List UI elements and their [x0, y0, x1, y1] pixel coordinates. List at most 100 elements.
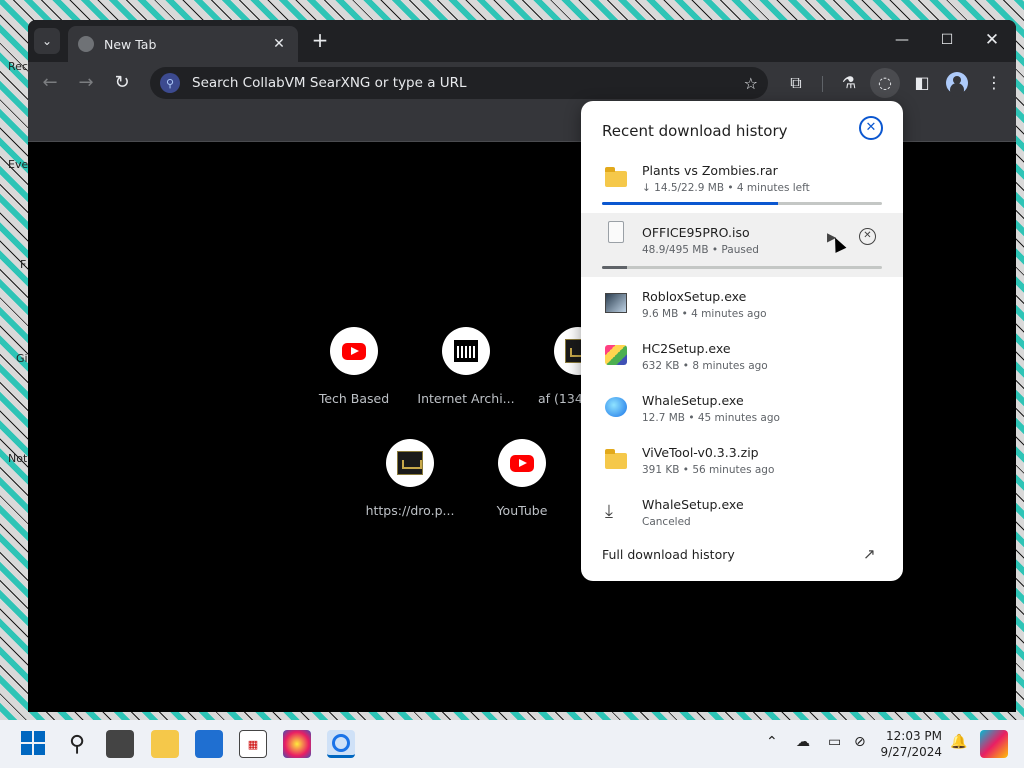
chevron-up-icon[interactable]: ⌃ — [766, 734, 778, 750]
shortcut-youtube[interactable]: YouTube — [467, 439, 577, 518]
download-status: 391 KB • 56 minutes ago — [642, 464, 775, 476]
download-item[interactable]: OFFICE95PRO.iso 48.9/495 MB • Paused ▶ ✕ — [581, 213, 903, 277]
minimize-button[interactable]: — — [890, 28, 914, 52]
download-filename: RobloxSetup.exe — [642, 289, 747, 304]
back-button[interactable]: ← — [38, 71, 62, 95]
menu-kebab-icon[interactable]: ⋮ — [982, 71, 1006, 95]
cloud-offline-icon[interactable]: ☁ — [796, 734, 810, 750]
reload-button[interactable]: ↻ — [110, 71, 134, 95]
download-filename: OFFICE95PRO.iso — [642, 225, 750, 240]
whale-icon — [605, 397, 627, 417]
youtube-icon — [510, 454, 534, 472]
task-view-icon[interactable] — [106, 730, 134, 758]
youtube-icon — [342, 342, 366, 360]
maximize-button[interactable]: ☐ — [935, 28, 959, 52]
paint-icon[interactable] — [283, 730, 311, 758]
download-item[interactable]: ViVeTool-v0.3.3.zip 391 KB • 56 minutes … — [581, 439, 903, 489]
shortcut-label: https://dro.p... — [365, 503, 455, 518]
folder-zip-icon — [605, 449, 627, 469]
installer-icon — [605, 345, 627, 365]
labs-flask-icon[interactable]: ⚗ — [837, 71, 861, 95]
download-item[interactable]: HC2Setup.exe 632 KB • 8 minutes ago — [581, 335, 903, 385]
search-icon: ⚲ — [160, 73, 180, 93]
internet-archive-icon — [454, 340, 478, 362]
system-clock[interactable]: 12:03 PM 9/27/2024 — [880, 728, 942, 760]
folder-archive-icon — [605, 167, 627, 187]
toolbar: ← → ↻ ⚲ ☆ ⧉ ⚗ ◌ ◧ ⋮ — [28, 62, 1016, 104]
omnibox[interactable]: ⚲ ☆ — [150, 67, 768, 99]
chevron-down-icon: ⌄ — [41, 34, 53, 48]
download-status: Canceled — [642, 516, 691, 528]
toolbar-divider — [822, 76, 823, 92]
network-icon[interactable]: ⊘ — [854, 734, 866, 750]
close-icon[interactable]: ✕ — [270, 36, 288, 52]
desktop-icon-label: Gi — [16, 352, 28, 365]
download-progress-icon: ◌ — [878, 73, 892, 92]
mouse-cursor-icon — [829, 235, 847, 253]
forward-button[interactable]: → — [74, 71, 98, 95]
download-status: 632 KB • 8 minutes ago — [642, 360, 768, 372]
download-filename: WhaleSetup.exe — [642, 393, 744, 408]
shortcut-tech-based[interactable]: Tech Based — [299, 327, 409, 406]
tab-strip: ⌄ New Tab ✕ + — ☐ ✕ — [28, 20, 1016, 62]
document-icon — [608, 221, 624, 243]
avatar[interactable] — [946, 72, 968, 94]
download-filename: Plants vs Zombies.rar — [642, 163, 778, 178]
copilot-icon[interactable] — [980, 730, 1008, 758]
tab-new-tab[interactable]: New Tab ✕ — [68, 26, 298, 62]
omnibox-input[interactable] — [192, 75, 738, 91]
shortcut-label: Internet Archi... — [417, 391, 515, 406]
open-external-icon[interactable]: ↗ — [863, 545, 876, 563]
shortcut-label: af (1349 — [538, 391, 583, 406]
desktop-icon-label: Not — [8, 452, 28, 465]
calendar-app-icon[interactable]: ▦ — [239, 730, 267, 758]
tab-title: New Tab — [104, 36, 157, 52]
download-status: 12.7 MB • 45 minutes ago — [642, 412, 780, 424]
bookmark-star-icon[interactable]: ☆ — [744, 74, 758, 93]
full-download-history-link[interactable]: Full download history — [602, 547, 735, 562]
file-explorer-icon[interactable] — [151, 730, 179, 758]
close-icon[interactable]: ✕ — [859, 116, 883, 140]
clock-time: 12:03 PM — [886, 729, 942, 743]
notification-bell-icon[interactable]: 🔔 — [950, 734, 967, 750]
side-panel-icon[interactable]: ◧ — [910, 71, 934, 95]
download-progress-fill — [602, 202, 779, 205]
download-status: ↓ 14.5/22.9 MB • 4 minutes left — [642, 182, 810, 194]
shortcut-af[interactable]: af (1349 — [523, 327, 583, 406]
tab-search-button[interactable]: ⌄ — [34, 28, 60, 54]
close-window-button[interactable]: ✕ — [980, 28, 1004, 52]
desktop-icon-label: F — [20, 258, 27, 271]
new-tab-button[interactable]: + — [308, 28, 332, 52]
extensions-icon[interactable]: ⧉ — [784, 71, 808, 95]
shortcut-internet-archive[interactable]: Internet Archi... — [411, 327, 521, 406]
search-icon[interactable]: ⚲ — [63, 730, 91, 758]
download-canceled-icon: ⤓ — [605, 501, 613, 522]
site-thumbnail-icon — [397, 451, 423, 475]
download-filename: ViVeTool-v0.3.3.zip — [642, 445, 759, 460]
desktop-icon-label: Eve — [8, 158, 29, 171]
download-item[interactable]: WhaleSetup.exe 12.7 MB • 45 minutes ago — [581, 387, 903, 437]
chrome-icon[interactable] — [327, 730, 355, 758]
clock-date: 9/27/2024 — [880, 745, 942, 759]
roblox-icon — [605, 293, 627, 313]
download-panel-title: Recent download history — [602, 122, 788, 140]
shortcut-label: YouTube — [496, 503, 548, 518]
display-icon[interactable]: ▭ — [828, 734, 841, 750]
download-filename: HC2Setup.exe — [642, 341, 731, 356]
download-filename: WhaleSetup.exe — [642, 497, 744, 512]
cancel-icon[interactable]: ✕ — [859, 228, 876, 245]
download-progress-fill — [602, 266, 628, 269]
shortcut-label: Tech Based — [318, 391, 390, 406]
desktop-icon-label: Rec — [8, 60, 28, 73]
download-item[interactable]: ⤓ WhaleSetup.exe Canceled — [581, 491, 903, 541]
download-status: 48.9/495 MB • Paused — [642, 244, 759, 256]
download-progress-bar — [602, 266, 882, 269]
shortcut-dro[interactable]: https://dro.p... — [355, 439, 465, 518]
globe-icon — [78, 36, 94, 52]
start-button[interactable] — [20, 730, 46, 756]
download-progress-bar — [602, 202, 882, 205]
store-icon[interactable] — [195, 730, 223, 758]
downloads-button[interactable]: ◌ — [870, 68, 900, 98]
download-item[interactable]: Plants vs Zombies.rar ↓ 14.5/22.9 MB • 4… — [581, 157, 903, 207]
download-item[interactable]: RobloxSetup.exe 9.6 MB • 4 minutes ago — [581, 283, 903, 333]
